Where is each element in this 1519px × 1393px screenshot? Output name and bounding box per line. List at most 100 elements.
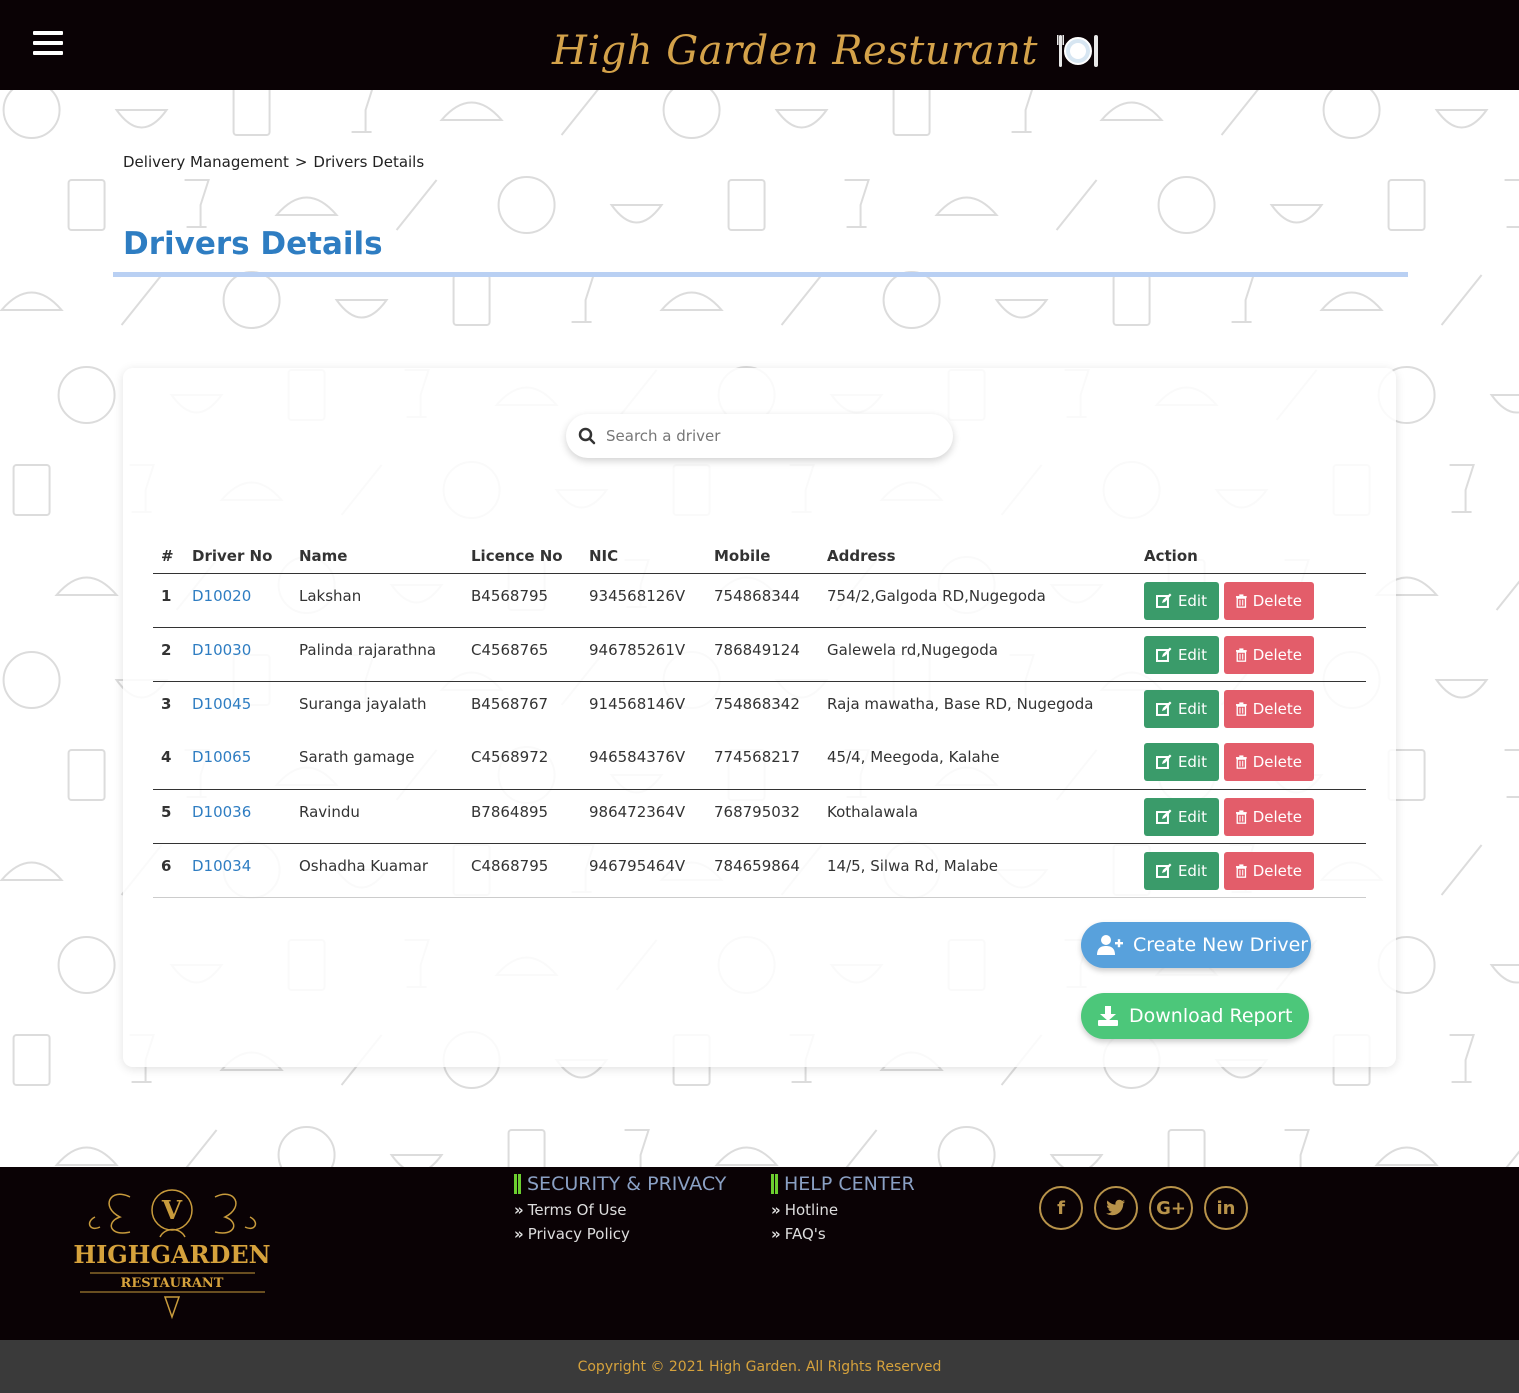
driver-no-link[interactable]: D10065 [192, 748, 251, 766]
col-action: Action [1136, 540, 1366, 574]
delete-button[interactable]: Delete [1224, 743, 1314, 781]
driver-no-cell: D10045 [184, 681, 291, 735]
double-chevron-right-icon: » [514, 1201, 524, 1219]
edit-button[interactable]: Edit [1144, 743, 1219, 781]
driver-no-cell: D10036 [184, 789, 291, 844]
row-index: 6 [153, 843, 184, 898]
delete-button[interactable]: Delete [1224, 797, 1314, 836]
google-plus-icon[interactable]: G+ [1149, 1186, 1193, 1230]
drivers-card: # Driver No Name Licence No NIC Mobile A… [123, 368, 1396, 1067]
address-cell: 754/2,Galgoda RD,Nugegoda [819, 573, 1136, 628]
row-index: 5 [153, 789, 184, 844]
download-icon [1098, 1006, 1118, 1026]
delete-button[interactable]: Delete [1224, 635, 1314, 674]
licence-no-cell: B4568795 [463, 573, 581, 628]
delete-button[interactable]: Delete [1224, 851, 1314, 890]
address-cell: Kothalawala [819, 789, 1136, 844]
driver-no-cell: D10065 [184, 735, 291, 790]
delete-button[interactable]: Delete [1224, 689, 1314, 728]
address-cell: 14/5, Silwa Rd, Malabe [819, 843, 1136, 898]
licence-no-cell: C4568972 [463, 735, 581, 790]
hamburger-menu-icon[interactable] [33, 31, 63, 57]
edit-button[interactable]: Edit [1144, 797, 1219, 836]
logo-line1: HIGHGARDEN [73, 1240, 270, 1269]
driver-name-cell: Sarath gamage [291, 735, 463, 790]
table-row: 2 D10030 Palinda rajarathna C4568765 9467852… [153, 627, 1366, 682]
faqs-link[interactable]: » FAQ's [771, 1225, 915, 1243]
security-privacy-heading: SECURITY & PRIVACY [514, 1173, 726, 1195]
trash-icon [1236, 593, 1247, 608]
privacy-policy-link[interactable]: » Privacy Policy [514, 1225, 726, 1243]
security-privacy-column: SECURITY & PRIVACY » Terms Of Use » Privac… [514, 1173, 726, 1243]
linkedin-icon[interactable]: in [1204, 1186, 1248, 1230]
driver-no-link[interactable]: D10030 [192, 641, 251, 659]
twitter-bird-glyph [1106, 1199, 1125, 1216]
social-links: f G+ in [1039, 1186, 1248, 1230]
delete-label: Delete [1252, 861, 1302, 880]
col-licence-no: Licence No [463, 540, 581, 574]
terms-of-use-link[interactable]: » Terms Of Use [514, 1201, 726, 1219]
breadcrumb: Delivery Management > Drivers Details [123, 153, 424, 171]
driver-name-cell: Oshadha Kuamar [291, 843, 463, 898]
delete-label: Delete [1252, 753, 1302, 771]
search-icon [578, 427, 596, 445]
edit-button[interactable]: Edit [1144, 581, 1219, 620]
edit-button[interactable]: Edit [1144, 851, 1219, 890]
twitter-icon[interactable] [1094, 1186, 1138, 1230]
breadcrumb-parent[interactable]: Delivery Management [123, 153, 289, 171]
delete-label: Delete [1252, 699, 1302, 718]
logo-line2: RESTAURANT [121, 1276, 224, 1291]
nic-cell: 914568146V [589, 694, 686, 713]
edit-icon [1156, 863, 1172, 878]
edit-label: Edit [1177, 645, 1207, 664]
table-header-row: # Driver No Name Licence No NIC Mobile A… [153, 540, 1366, 574]
drivers-table: # Driver No Name Licence No NIC Mobile A… [153, 540, 1366, 898]
driver-no-cell: D10030 [184, 627, 291, 682]
driver-name-cell: Lakshan [291, 573, 463, 628]
edit-button[interactable]: Edit [1144, 689, 1219, 728]
row-index: 2 [153, 627, 184, 682]
edit-label: Edit [1177, 699, 1207, 718]
top-navbar: High Garden Resturant [0, 0, 1519, 90]
mobile-cell: 768795032 [706, 789, 819, 844]
create-new-driver-button[interactable]: Create New Driver [1081, 922, 1311, 968]
driver-no-cell: D10020 [184, 573, 291, 628]
mobile-cell: 754868342 [714, 694, 800, 713]
search-box[interactable] [566, 414, 953, 458]
driver-no-link[interactable]: D10034 [192, 857, 251, 875]
site-title: High Garden Resturant [552, 28, 1038, 74]
user-plus-icon [1097, 935, 1123, 955]
trash-icon [1236, 755, 1247, 769]
table-row: 3 D10045 Suranga jayalath B4568767 914568146… [153, 681, 1366, 735]
driver-no-link[interactable]: D10045 [192, 695, 251, 713]
plate-cutlery-icon [1056, 35, 1098, 67]
double-chevron-right-icon: » [514, 1225, 524, 1243]
licence-no-cell: B7864895 [463, 789, 581, 844]
search-input[interactable] [606, 427, 936, 445]
trash-icon [1236, 809, 1247, 824]
download-report-label: Download Report [1129, 1005, 1293, 1027]
edit-icon [1156, 754, 1172, 769]
mobile-cell: 774568217 [706, 735, 819, 790]
edit-icon [1156, 701, 1172, 716]
driver-no-link[interactable]: D10020 [192, 587, 251, 605]
logo-monogram: V [161, 1196, 183, 1226]
breadcrumb-current: Drivers Details [313, 153, 425, 171]
edit-label: Edit [1177, 753, 1207, 771]
help-center-column: HELP CENTER » Hotline » FAQ's [771, 1173, 915, 1243]
nic-cell: 946795464V [581, 843, 706, 898]
edit-button[interactable]: Edit [1144, 635, 1219, 674]
action-cell: Edit Delete [1136, 735, 1366, 790]
action-cell: Edit Delete [1136, 573, 1366, 628]
hotline-link[interactable]: » Hotline [771, 1201, 915, 1219]
edit-icon [1156, 593, 1172, 608]
download-report-button[interactable]: Download Report [1081, 993, 1309, 1039]
facebook-icon[interactable]: f [1039, 1186, 1083, 1230]
delete-label: Delete [1252, 645, 1302, 664]
breadcrumb-separator: > [294, 153, 308, 171]
driver-no-link[interactable]: D10036 [192, 803, 251, 821]
delete-button[interactable]: Delete [1224, 581, 1314, 620]
col-address: Address [819, 540, 1136, 574]
action-cell: Edit Delete [1136, 681, 1366, 735]
action-cell: Edit Delete [1136, 627, 1366, 682]
